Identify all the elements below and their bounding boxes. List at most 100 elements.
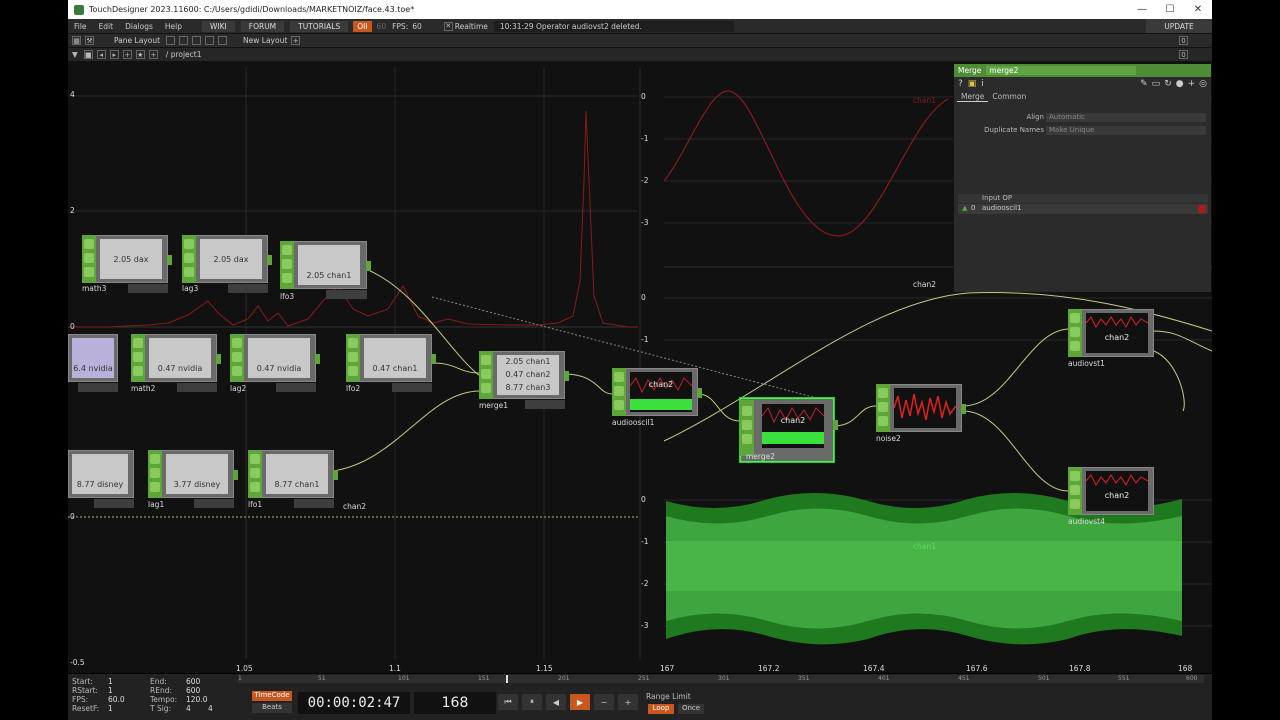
target-icon[interactable]: ◎: [1199, 79, 1207, 89]
fps-value[interactable]: 60.0: [108, 695, 125, 704]
start-value[interactable]: 1: [108, 677, 113, 686]
node-lag2[interactable]: 0.47 nvidia lag2: [230, 334, 320, 394]
node-lfo1[interactable]: 8.77 chan1 lfo1: [248, 450, 338, 510]
tsig-den[interactable]: 4: [208, 704, 213, 713]
tempo-value[interactable]: 120.0: [186, 695, 207, 704]
rend-value[interactable]: 600: [186, 686, 200, 695]
back-icon[interactable]: ◂: [96, 50, 106, 59]
node-lfo2[interactable]: 0.47 chan1 lfo2: [346, 334, 436, 394]
node-label: audiovst1: [1068, 359, 1105, 368]
resetf-value[interactable]: 1: [108, 704, 113, 713]
duplicate-names-dropdown[interactable]: Make Unique: [1046, 126, 1206, 135]
pause-button[interactable]: ⏸: [522, 694, 542, 710]
timecode-toggle[interactable]: TimeCode: [252, 691, 292, 701]
beats-toggle[interactable]: Beats: [252, 703, 292, 713]
realtime-checkbox[interactable]: ✕: [443, 21, 453, 31]
op-type: Merge: [958, 66, 982, 75]
node-value: chan2: [1104, 333, 1130, 342]
node-nvidia[interactable]: 6.4 nvidia: [68, 334, 118, 394]
node-math3[interactable]: 2.05 dax math3: [82, 235, 172, 295]
edit-icon[interactable]: ✎: [1140, 79, 1148, 89]
timeline-ruler[interactable]: 1 51 101 151 201 251 301 351 401 451 501…: [238, 675, 1204, 683]
forward-icon[interactable]: ▸: [109, 50, 119, 59]
axis-tick-x: 168: [1178, 664, 1193, 673]
refresh-icon[interactable]: ↻: [1164, 79, 1172, 89]
step-forward-button[interactable]: +: [618, 694, 638, 710]
pane-menu-icon[interactable]: ▼: [72, 50, 78, 59]
node-lfo3[interactable]: 2.05 chan1 lfo3: [280, 241, 371, 301]
node-noise2[interactable]: noise2: [876, 384, 966, 446]
axis-tick-x: 1.05: [236, 664, 253, 673]
node-lag1[interactable]: 3.77 disney lag1: [148, 450, 238, 510]
node-label: lag3: [182, 284, 199, 293]
time-display[interactable]: 00:00:02:47: [298, 692, 410, 714]
comment-icon[interactable]: ▭: [1152, 79, 1161, 89]
add-icon[interactable]: +: [148, 50, 158, 59]
loop-toggle[interactable]: Loop: [648, 704, 674, 714]
layout-preset-icon[interactable]: [166, 36, 176, 45]
help-icon[interactable]: ?: [958, 79, 963, 89]
node-value: 3.77 disney: [173, 480, 221, 489]
minimize-button[interactable]: —: [1128, 0, 1156, 19]
lock-icon[interactable]: ▣: [968, 79, 977, 89]
bookmark-icon[interactable]: ★: [135, 50, 145, 59]
node-math2[interactable]: 0.47 nvidia math2: [131, 334, 221, 394]
layout-preset-icon[interactable]: [179, 36, 189, 45]
add-layout-button[interactable]: +: [291, 36, 301, 45]
python-icon[interactable]: ●: [1176, 79, 1184, 89]
tab-merge[interactable]: Merge: [957, 92, 989, 102]
playhead[interactable]: [506, 675, 508, 683]
path-count: 0: [1179, 50, 1188, 59]
maximize-button[interactable]: ☐: [1156, 0, 1184, 19]
end-value[interactable]: 600: [186, 677, 200, 686]
tutorials-button[interactable]: TUTORIALS: [290, 20, 349, 32]
frame-display[interactable]: 168: [414, 692, 496, 714]
node-audiovst1[interactable]: chan2 audiovst1: [1068, 309, 1154, 369]
input-arrow-icon: ▲: [962, 204, 968, 212]
update-button[interactable]: UPDATE: [1146, 19, 1212, 33]
axis-tick-x: 167.4: [863, 664, 885, 673]
network-path[interactable]: / project1: [166, 50, 202, 59]
node-merge2[interactable]: chan2 merge2: [740, 398, 838, 464]
node-merge1[interactable]: 2.05 chan1 0.47 chan2 8.77 chan3 merge1: [479, 351, 569, 411]
add-icon[interactable]: +: [1188, 79, 1196, 89]
layout-preset-icon[interactable]: [192, 36, 202, 45]
remove-input-icon[interactable]: [1198, 205, 1206, 213]
node-value: 6.4 nvidia: [73, 364, 113, 373]
play-reverse-button[interactable]: ◀: [546, 694, 566, 710]
input-op-row[interactable]: ▲ 0 audiooscil1: [958, 204, 1208, 214]
align-dropdown[interactable]: Automatic: [1046, 113, 1206, 122]
layout-preset-icon[interactable]: [218, 36, 228, 45]
axis-tick-y: -2: [641, 579, 649, 588]
skip-start-button[interactable]: ⏮: [498, 694, 518, 710]
rstart-value[interactable]: 1: [108, 686, 113, 695]
play-button[interactable]: ▶: [570, 694, 590, 710]
node-audiovst4[interactable]: chan2 audiovst4: [1068, 467, 1154, 529]
info-icon[interactable]: i: [981, 79, 984, 89]
node-audiooscil1[interactable]: chan2 audiooscil1: [612, 368, 702, 430]
wiki-button[interactable]: WIKI: [202, 20, 235, 32]
menu-file[interactable]: File: [68, 22, 93, 31]
axis-tick-y: 0: [641, 293, 646, 302]
close-button[interactable]: ✕: [1184, 0, 1212, 19]
op-badge[interactable]: OII: [353, 20, 372, 32]
once-toggle[interactable]: Once: [678, 704, 704, 714]
stop-icon[interactable]: ■: [83, 50, 93, 59]
pane-tool-icon[interactable]: ⚒: [85, 36, 94, 45]
new-layout-button[interactable]: New Layout: [243, 36, 287, 45]
node-value: 8.77 chan3: [505, 383, 551, 392]
input-op-value[interactable]: audiooscil1: [982, 204, 1022, 212]
forum-button[interactable]: FORUM: [240, 20, 285, 32]
menu-edit[interactable]: Edit: [93, 22, 120, 31]
menu-dialogs[interactable]: Dialogs: [119, 22, 159, 31]
node-lag3[interactable]: 2.05 dax lag3: [182, 235, 272, 295]
layout-preset-icon[interactable]: [205, 36, 215, 45]
step-back-button[interactable]: −: [594, 694, 614, 710]
menu-help[interactable]: Help: [159, 22, 188, 31]
tsig-num[interactable]: 4: [186, 704, 191, 713]
op-name-field[interactable]: merge2: [986, 66, 1137, 75]
add-op-icon[interactable]: +: [122, 50, 132, 59]
node-disney[interactable]: 8.77 disney: [68, 450, 134, 510]
tab-common[interactable]: Common: [988, 92, 1030, 101]
pane-split-icon[interactable]: ▦: [72, 36, 81, 45]
